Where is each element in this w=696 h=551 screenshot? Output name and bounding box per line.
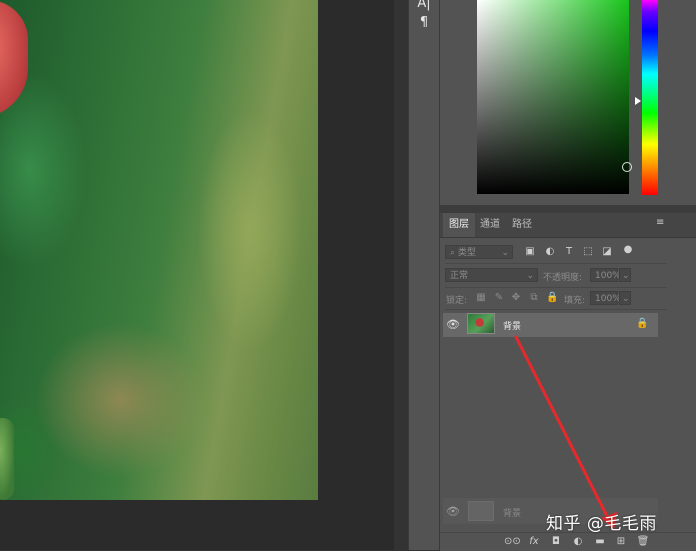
add-mask-icon[interactable]: ◘ (549, 536, 563, 548)
link-layers-icon[interactable]: ⊙⊙ (504, 536, 521, 548)
lock-all-icon[interactable]: 🔒 (546, 292, 558, 303)
canvas-pasteboard (0, 500, 318, 550)
new-group-icon[interactable]: ▬ (593, 536, 607, 548)
hue-slider[interactable] (642, 0, 658, 195)
photo-canvas[interactable] (0, 0, 318, 500)
layer-thumbnail[interactable] (467, 313, 495, 334)
chevron-down-icon: ⌄ (501, 248, 509, 258)
divider (445, 263, 667, 264)
panel-menu-icon[interactable]: ≡ (656, 218, 666, 228)
filter-kind-label: 类型 (457, 248, 476, 258)
delete-layer-icon[interactable]: 🗑 (636, 536, 650, 548)
ghost-layer-thumbnail (468, 501, 494, 521)
filter-pixel-icon[interactable]: ▣ (524, 246, 536, 257)
opacity-input[interactable]: 100% (590, 268, 621, 282)
watermark-text: 知乎 @毛毛雨 (546, 514, 657, 534)
fill-chevron-icon[interactable]: ⌄ (619, 291, 631, 305)
color-cursor[interactable] (622, 162, 632, 172)
divider (445, 287, 667, 288)
layer-filter-kind-select[interactable]: ⌕ 类型 ⌄ (445, 245, 513, 259)
blend-mode-value: 正常 (450, 271, 469, 281)
filter-type-icon[interactable]: T (563, 246, 575, 257)
fx-icon[interactable]: fx (527, 536, 541, 548)
opacity-chevron-icon[interactable]: ⌄ (619, 268, 631, 282)
tab-channels[interactable]: 通道 (474, 213, 506, 237)
opacity-label: 不透明度: (543, 273, 583, 283)
filter-toggle-icon[interactable]: ● (622, 244, 634, 255)
color-field[interactable] (477, 0, 629, 194)
fill-label: 填充: (564, 296, 586, 306)
chevron-down-icon: ⌄ (526, 271, 534, 281)
layer-name[interactable]: 背景 (503, 319, 521, 332)
blend-mode-select[interactable]: 正常 ⌄ (445, 268, 538, 282)
search-icon: ⌕ (450, 248, 456, 258)
lock-position-icon[interactable]: ✥ (510, 292, 522, 303)
lock-label: 锁定: (446, 296, 468, 306)
lock-transparent-icon[interactable]: ▦ (475, 292, 487, 303)
filter-shape-icon[interactable]: ⬚ (582, 246, 594, 257)
lock-image-pixels-icon[interactable]: ✎ (493, 292, 505, 303)
new-layer-icon[interactable]: ⊞ (614, 536, 628, 548)
adjustment-layer-icon[interactable]: ◐ (571, 536, 585, 548)
ghost-layer-name: 背景 (503, 509, 522, 519)
hue-marker[interactable] (635, 97, 641, 105)
divider (445, 309, 667, 310)
canvas-pasteboard-side (318, 0, 394, 550)
paragraph-panel-icon[interactable]: ¶ (409, 15, 439, 30)
panel-separator (440, 205, 696, 213)
fill-input[interactable]: 100% (590, 291, 621, 305)
tab-paths[interactable]: 路径 (506, 213, 538, 237)
eye-icon[interactable]: 👁 (446, 318, 460, 332)
lock-artboard-icon[interactable]: ⧉ (528, 292, 540, 303)
layers-bottom-toolbar (440, 532, 696, 551)
tab-layers[interactable]: 图层 (443, 213, 475, 237)
flower-bud-image-region (0, 418, 14, 500)
filter-smart-object-icon[interactable]: ◪ (601, 246, 613, 257)
lock-icon[interactable]: 🔒 (636, 318, 648, 329)
filter-adjustment-icon[interactable]: ◐ (544, 246, 556, 257)
eye-icon: 👁 (446, 505, 460, 518)
character-panel-icon[interactable]: A| (409, 0, 439, 11)
panel-tool-strip (408, 0, 440, 550)
